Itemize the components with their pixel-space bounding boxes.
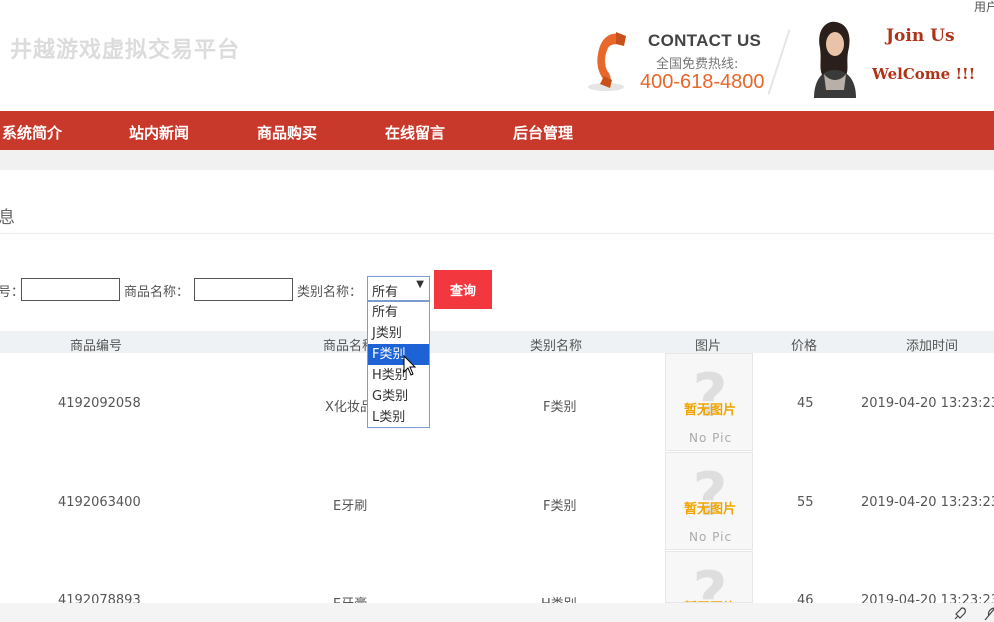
product-id-input[interactable] <box>21 278 120 301</box>
category-option-highlighted[interactable]: F类别 <box>368 344 429 365</box>
svg-text:?: ? <box>693 361 728 431</box>
header: 井越游戏虚拟交易平台 用户 CONTACT US 全国免费热线: 400-618… <box>0 0 994 110</box>
product-name-input[interactable] <box>194 278 293 301</box>
question-mark-icon: ? <box>693 559 728 602</box>
cell-name: E牙刷 <box>333 499 368 514</box>
avatar <box>806 18 862 98</box>
cell-name: X化妆品 <box>325 400 373 415</box>
category-label: 类别名称： <box>297 285 363 300</box>
table-header: 商品编号 商品名称 类别名称 图片 价格 添加时间 <box>0 331 994 354</box>
nav-item-purchase[interactable]: 商品购买 <box>257 122 317 143</box>
hotline-number: 400-618-4800 <box>640 71 765 93</box>
table-row: 4192092058 X化妆品 F类别 ? 暂无图片 No Pic 45 201… <box>0 353 994 452</box>
cell-category: F类别 <box>543 400 577 415</box>
cell-price: 45 <box>797 396 814 411</box>
cell-id: 4192063400 <box>58 495 141 510</box>
welcome-text: WelCome !!! <box>872 65 976 83</box>
nav-item-admin[interactable]: 后台管理 <box>513 122 573 143</box>
nav-item-message[interactable]: 在线留言 <box>385 122 445 143</box>
category-select[interactable]: 所有 ▼ <box>367 276 430 301</box>
cell-time: 2019-04-20 13:23:23 <box>861 396 994 411</box>
site-title: 井越游戏虚拟交易平台 <box>10 37 241 63</box>
nav-item-news[interactable]: 站内新闻 <box>129 122 189 143</box>
no-pic-en: No Pic <box>689 530 733 544</box>
svg-text:?: ? <box>693 460 728 530</box>
no-pic-placeholder: ? 暂无图片 No Pic <box>665 353 753 451</box>
column-header-category: 类别名称 <box>530 339 583 354</box>
category-option[interactable]: G类别 <box>368 386 429 407</box>
column-header-time: 添加时间 <box>906 339 959 354</box>
cell-time: 2019-04-20 13:23:23 <box>861 495 994 510</box>
cell-price: 55 <box>797 495 814 510</box>
category-select-value: 所有 <box>372 285 399 300</box>
section-divider <box>0 233 994 234</box>
table-row: 4192063400 E牙刷 F类别 ? 暂无图片 No Pic 55 2019… <box>0 452 994 551</box>
join-us-text: Join Us <box>886 26 955 46</box>
cell-category: F类别 <box>543 499 577 514</box>
column-header-id: 商品编号 <box>70 339 123 354</box>
contact-label: CONTACT US <box>648 31 762 50</box>
no-pic-cn: 暂无图片 <box>684 502 737 517</box>
cursor-icon <box>403 355 417 376</box>
column-header-image: 图片 <box>695 339 722 354</box>
category-option[interactable]: H类别 <box>368 365 429 386</box>
user-link[interactable]: 用户 <box>974 0 994 15</box>
no-pic-placeholder: ? 暂无图片 <box>665 551 753 603</box>
cell-id: 4192092058 <box>58 396 141 411</box>
no-pic-en: No Pic <box>689 431 733 445</box>
category-option[interactable]: J类别 <box>368 323 429 344</box>
feather-icon[interactable] <box>983 606 994 622</box>
category-dropdown-list: 所有 J类别 F类别 H类别 G类别 L类别 <box>367 301 430 428</box>
chevron-down-icon: ▼ <box>416 279 424 290</box>
phone-icon <box>588 32 626 91</box>
no-pic-placeholder: ? 暂无图片 No Pic <box>665 452 753 550</box>
section-title: 息 <box>0 208 15 228</box>
nav-item-intro[interactable]: 系统简介 <box>2 122 62 143</box>
category-option[interactable]: 所有 <box>368 302 429 323</box>
category-option[interactable]: L类别 <box>368 407 429 428</box>
no-pic-cn: 暂无图片 <box>684 403 737 418</box>
footer-strip <box>0 603 994 622</box>
nav-underband <box>0 150 994 170</box>
column-header-price: 价格 <box>791 339 818 354</box>
product-name-label: 商品名称： <box>124 285 190 300</box>
query-button[interactable]: 查询 <box>434 270 492 309</box>
header-divider <box>767 29 791 95</box>
main-nav: 系统简介 站内新闻 商品购买 在线留言 后台管理 <box>0 111 994 150</box>
rocket-icon[interactable] <box>952 606 968 622</box>
hotline-label: 全国免费热线: <box>656 57 739 72</box>
